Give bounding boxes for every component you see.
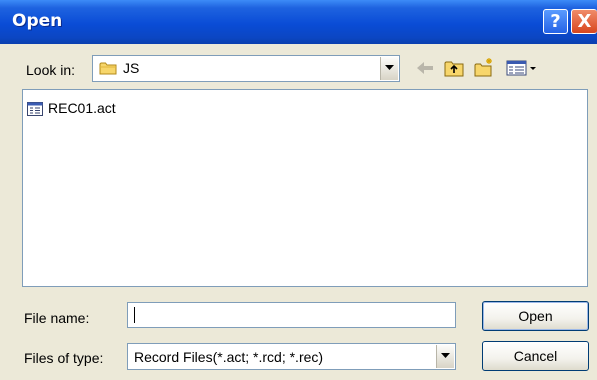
cancel-button[interactable]: Cancel	[482, 341, 589, 371]
close-button[interactable]: X	[571, 9, 597, 34]
look-in-label: Look in:	[26, 62, 76, 78]
chevron-down-icon[interactable]	[380, 57, 398, 80]
up-folder-icon[interactable]	[443, 57, 465, 79]
open-button[interactable]: Open	[482, 301, 589, 331]
folder-icon	[99, 61, 117, 75]
file-name: REC01.act	[48, 100, 116, 116]
look-in-value: JS	[123, 60, 140, 76]
back-arrow-icon[interactable]	[414, 57, 436, 79]
record-file-icon	[27, 101, 43, 117]
title-bar[interactable]: Open ? X	[0, 0, 597, 44]
files-of-type-dropdown[interactable]: Record Files(*.act; *.rcd; *.rec)	[127, 343, 456, 370]
text-caret	[134, 307, 135, 323]
file-name-label: File name:	[24, 310, 90, 326]
chevron-down-icon[interactable]	[436, 345, 454, 368]
new-folder-icon[interactable]	[473, 57, 495, 79]
file-list[interactable]: REC01.act	[22, 89, 588, 287]
look-in-dropdown[interactable]: JS	[92, 55, 400, 82]
views-menu-icon[interactable]	[505, 57, 541, 79]
files-of-type-label: Files of type:	[24, 350, 104, 366]
dialog-title: Open	[12, 11, 63, 31]
files-of-type-value: Record Files(*.act; *.rcd; *.rec)	[134, 349, 324, 365]
file-name-field[interactable]	[127, 302, 456, 328]
help-button[interactable]: ?	[543, 9, 568, 34]
open-dialog: Open ? X Look in: JS REC01.act File name…	[0, 0, 597, 380]
